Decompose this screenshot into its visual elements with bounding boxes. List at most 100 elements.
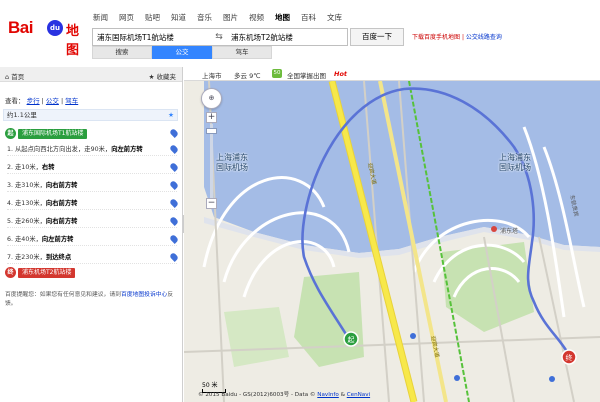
map-label-poi: 浦东塔 (500, 228, 519, 235)
copyright-amp: & (338, 392, 347, 398)
step-action: 向右前方转 (45, 218, 78, 225)
map-copyright: © 2015 Baidu - GS(2012)6003号 - Data © Na… (198, 390, 370, 398)
route-sidebar: ⌂ 首页 ★ 收藏夹 查看： 步行 | 公交 | 驾车 约1.1公里 ★ 起 浦… (0, 67, 183, 402)
nav-item-tieba[interactable]: 贴吧 (145, 12, 160, 23)
locate-pin-icon[interactable] (169, 216, 179, 226)
tab-transit[interactable]: 公交 (152, 46, 212, 59)
zoom-out-button[interactable]: − (206, 198, 217, 209)
nav-item-zhidao[interactable]: 知道 (171, 12, 186, 23)
route-step[interactable]: 3. 走310米，向右前方转 (7, 179, 179, 192)
navinfo-link[interactable]: NavInfo (317, 392, 339, 398)
zoom-slider-track[interactable] (210, 124, 213, 198)
end-marker-icon: 终 (561, 349, 577, 365)
locate-pin-icon[interactable] (169, 234, 179, 244)
route-distance-bar: 约1.1公里 ★ (3, 109, 178, 121)
complaint-center-link[interactable]: 百度地图投诉中心 (121, 292, 167, 298)
locate-pin-icon[interactable] (169, 198, 179, 208)
poi-dot-icon (454, 375, 460, 381)
route-step[interactable]: 5. 走260米，向右前方转 (7, 215, 179, 228)
baidu-map-logo[interactable]: Bai du 地图 (8, 14, 88, 58)
top-navigation: 新闻 网页 贴吧 知道 音乐 图片 视频 地图 百科 文库 (93, 12, 342, 23)
start-badge-icon: 起 (5, 128, 16, 139)
step-text: 4. 走130米， (7, 200, 46, 207)
swap-direction-icon[interactable]: ⇆ (214, 31, 224, 43)
pan-control-icon[interactable]: ⊕ (201, 88, 222, 109)
nav-item-music[interactable]: 音乐 (197, 12, 212, 23)
home-label: 首页 (11, 73, 25, 81)
step-action: 向左前方转 (111, 146, 143, 153)
aqi-badge: 50 (272, 69, 282, 78)
home-icon: ⌂ (5, 73, 10, 81)
step-text: 2. 走10米， (7, 164, 42, 171)
map-label-airport-west: 上海浦东 国际机场 (216, 153, 248, 172)
step-action: 向右前方转 (45, 182, 78, 189)
map-info-bar: 上海市 多云 9℃ 50 全国掌握出图 Hot (184, 67, 600, 81)
travel-mode-links: 查看： 步行 | 公交 | 驾车 (5, 97, 79, 105)
map-label-airport-east: 上海浦东 国际机场 (499, 153, 531, 172)
route-step[interactable]: 6. 走40米，向左前方转 (7, 233, 179, 246)
search-button[interactable]: 百度一下 (350, 28, 404, 46)
scale-label: 50 米 (202, 382, 218, 389)
zoom-slider-thumb[interactable] (206, 128, 217, 134)
logo-paw-icon: du (47, 20, 63, 36)
favorites-link[interactable]: ★ 收藏夹 (149, 71, 176, 81)
locate-pin-icon[interactable] (169, 162, 179, 172)
link-separator: | (461, 34, 464, 41)
locate-pin-icon[interactable] (169, 144, 179, 154)
tab-driving[interactable]: 驾车 (212, 46, 272, 59)
logo-text-bai: Bai (8, 18, 33, 37)
nav-item-baike[interactable]: 百科 (301, 12, 316, 23)
nav-item-news[interactable]: 新闻 (93, 12, 108, 23)
star-icon: ★ (148, 73, 155, 81)
map-canvas[interactable]: 起 终 上海市 多云 9℃ 50 全国掌握出图 Hot 上海浦东 国际机场 上海… (184, 67, 600, 402)
view-walking-link[interactable]: 步行 (27, 97, 40, 105)
locate-pin-icon[interactable] (169, 252, 179, 262)
cennavi-link[interactable]: CenNavi (347, 392, 370, 398)
poi-dot-icon (410, 333, 416, 339)
end-stop-name: 浦东机场T2航站楼 (18, 268, 76, 278)
traffic-label[interactable]: 全国掌握出图 (287, 70, 326, 80)
baidu-map-page: Bai du 地图 新闻 网页 贴吧 知道 音乐 图片 视频 地图 百科 文库 … (0, 0, 600, 402)
poi-dot-icon (491, 226, 497, 232)
route-step[interactable]: 4. 走130米，向右前方转 (7, 197, 179, 210)
download-mobile-map-link[interactable]: 下载百度手机地图 (412, 34, 460, 41)
start-marker-icon: 起 (343, 331, 359, 347)
bus-route-query-link[interactable]: 公交线路查询 (466, 34, 502, 41)
logo-text-ditu: 地图 (66, 24, 80, 58)
start-location-input[interactable] (93, 29, 213, 45)
route-end-stop[interactable]: 终 浦东机场T2航站楼 (5, 267, 177, 279)
nav-item-wenku[interactable]: 文库 (327, 12, 342, 23)
city-selector[interactable]: 上海市 (202, 70, 222, 80)
locate-pin-icon[interactable] (169, 180, 179, 190)
tab-search[interactable]: 搜索 (92, 46, 152, 59)
route-search-box: ⇆ (92, 28, 348, 46)
step-text: 6. 走40米， (7, 236, 42, 243)
step-text: 1. 从起点向西北方向出发，走90米， (7, 146, 112, 153)
view-transit-link[interactable]: 公交 (46, 97, 59, 105)
step-text: 3. 走310米， (7, 182, 46, 189)
end-location-input[interactable] (227, 29, 347, 45)
map-park (224, 307, 289, 367)
route-start-stop[interactable]: 起 浦东国际机场T1航站楼 (5, 128, 179, 140)
step-text: 5. 走260米， (7, 218, 46, 225)
view-driving-link[interactable]: 驾车 (65, 97, 78, 105)
feedback-notice: 百度提醒您：如果您有任何意见和建议，请到百度地图投诉中心反馈。 (5, 291, 177, 309)
route-step[interactable]: 2. 走10米，右转 (7, 161, 179, 174)
nav-item-images[interactable]: 图片 (223, 12, 238, 23)
nav-item-video[interactable]: 视频 (249, 12, 264, 23)
step-action: 到达终点 (45, 254, 72, 261)
step-text: 7. 走230米， (7, 254, 46, 261)
nav-item-map[interactable]: 地图 (275, 12, 290, 23)
map-graphics: 起 终 (184, 67, 600, 402)
route-step[interactable]: 7. 走230米，到达终点 (7, 251, 179, 264)
locate-pin-icon[interactable] (169, 128, 179, 138)
favorites-label: 收藏夹 (156, 73, 177, 81)
favorite-route-icon[interactable]: ★ (168, 110, 174, 120)
svg-text:终: 终 (566, 353, 573, 362)
svg-text:起: 起 (348, 336, 355, 344)
nav-item-web[interactable]: 网页 (119, 12, 134, 23)
home-link[interactable]: ⌂ 首页 (5, 71, 24, 81)
zoom-in-button[interactable]: + (206, 112, 217, 123)
route-step[interactable]: 1. 从起点向西北方向出发，走90米，向左前方转 (7, 143, 179, 156)
view-prefix: 查看： (5, 97, 25, 105)
